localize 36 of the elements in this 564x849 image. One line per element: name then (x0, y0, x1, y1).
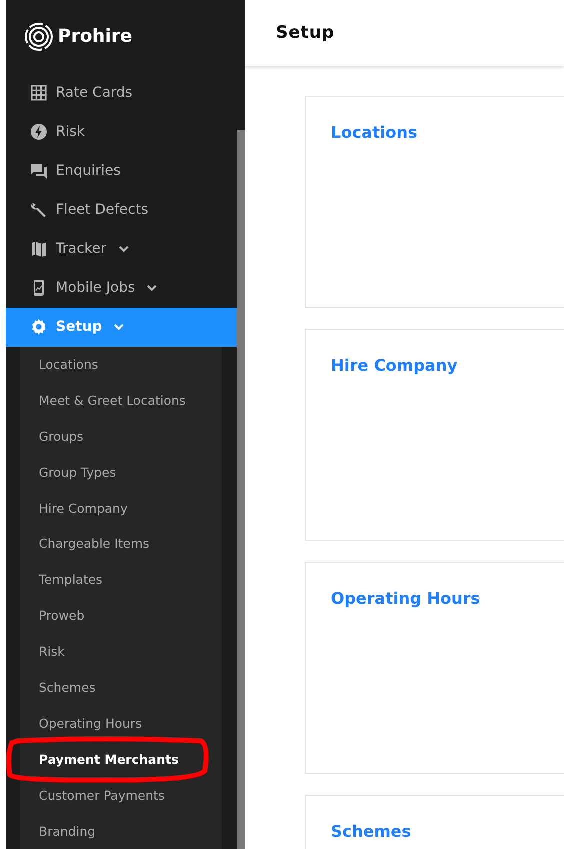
submenu-item[interactable]: Risk (20, 644, 65, 660)
chevron-down-icon (147, 284, 158, 292)
menu-item[interactable]: Mobile Jobs (6, 268, 237, 308)
submenu-item[interactable]: Operating Hours (20, 716, 142, 731)
submenu-item[interactable]: Customer Payments (20, 788, 165, 803)
bolt-icon (30, 123, 48, 142)
menu-item[interactable]: Rate Cards (6, 74, 237, 113)
brand-name: Prohire (58, 26, 133, 48)
menu-item[interactable]: Tracker (6, 230, 237, 269)
logo-icon (24, 22, 54, 52)
menu-item[interactable]: Risk (6, 112, 237, 152)
submenu-item[interactable]: Locations (20, 356, 98, 372)
submenu-item[interactable]: Chargeable Items (20, 536, 150, 552)
chat-icon (30, 162, 48, 180)
menu-item[interactable]: Enquiries (6, 152, 237, 191)
submenu-item[interactable]: Branding (20, 824, 96, 839)
menu-item[interactable]: Fleet Defects (6, 190, 237, 230)
submenu-item[interactable]: Hire Company (20, 500, 128, 516)
submenu-item[interactable]: Group Types (20, 464, 116, 480)
submenu-item[interactable]: Groups (20, 428, 84, 444)
card-title-link[interactable]: Operating Hours (331, 589, 480, 608)
map-icon (30, 240, 48, 258)
card-title-link[interactable]: Locations (331, 123, 418, 142)
card-title-link[interactable]: Hire Company (331, 356, 458, 375)
submenu-item[interactable]: Meet & Greet Locations (20, 392, 186, 408)
submenu-item[interactable]: Schemes (20, 680, 96, 695)
chevron-down-icon (114, 324, 124, 331)
grid-icon (30, 84, 48, 102)
submenu-item[interactable]: Proweb (20, 608, 85, 624)
wrench-icon (30, 201, 48, 220)
menu-item[interactable]: Setup (6, 308, 237, 347)
chevron-down-icon (118, 246, 129, 253)
card-title-link[interactable]: Schemes (331, 822, 412, 841)
gear-icon (30, 318, 48, 336)
page-title: Setup (276, 23, 335, 43)
submenu-item[interactable]: Templates (20, 572, 103, 588)
